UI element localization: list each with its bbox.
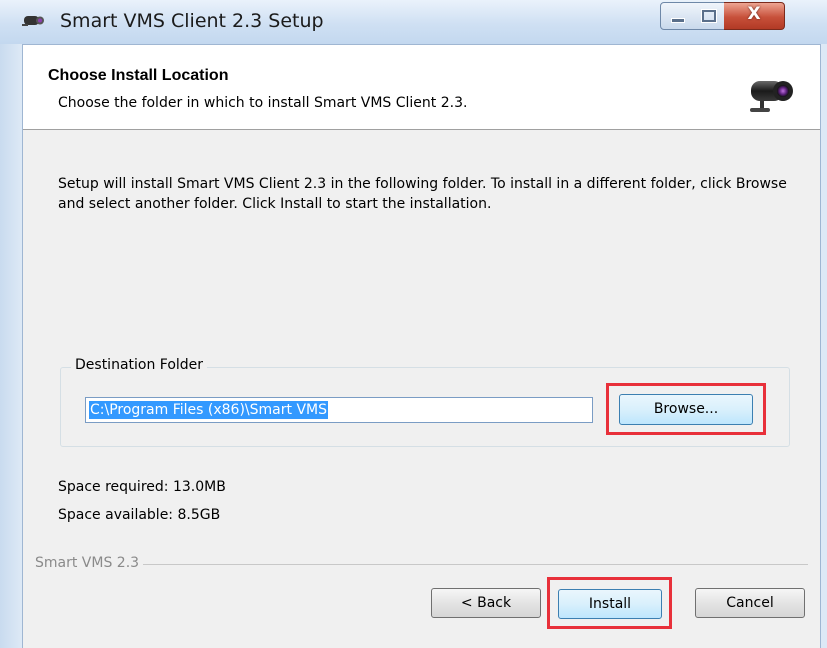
security-camera-icon — [750, 81, 793, 112]
space-available-text: Space available: 8.5GB — [58, 507, 221, 523]
wizard-header: Choose Install Location Choose the folde… — [23, 45, 820, 130]
window-frame-left — [0, 44, 23, 648]
install-highlight-box: Install — [547, 577, 672, 629]
window-frame-right — [820, 44, 827, 648]
install-button[interactable]: Install — [558, 589, 662, 619]
wizard-body: Setup will install Smart VMS Client 2.3 … — [23, 130, 820, 648]
browse-highlight-box: Browse... — [606, 383, 766, 435]
destination-path-input[interactable]: C:\Program Files (x86)\Smart VMS — [85, 397, 593, 423]
cancel-button[interactable]: Cancel — [695, 588, 805, 618]
title-bar[interactable]: Smart VMS Client 2.3 Setup X — [0, 0, 827, 45]
install-description: Setup will install Smart VMS Client 2.3 … — [58, 176, 787, 212]
page-subtitle: Choose the folder in which to install Sm… — [58, 95, 468, 111]
space-required-text: Space required: 13.0MB — [58, 479, 226, 495]
minimize-button[interactable] — [660, 2, 694, 30]
page-title: Choose Install Location — [48, 67, 229, 84]
back-button[interactable]: < Back — [431, 588, 541, 618]
footer-divider — [35, 564, 808, 565]
maximize-button[interactable] — [692, 2, 725, 30]
minimize-icon — [671, 18, 685, 23]
window-title: Smart VMS Client 2.3 Setup — [60, 10, 324, 32]
branding-text: Smart VMS 2.3 — [35, 555, 144, 571]
close-button[interactable]: X — [724, 2, 785, 30]
camera-icon — [22, 16, 44, 26]
destination-folder-label: Destination Folder — [71, 357, 208, 373]
maximize-icon — [701, 9, 717, 23]
destination-path-text: C:\Program Files (x86)\Smart VMS — [89, 401, 328, 419]
browse-button[interactable]: Browse... — [619, 394, 753, 425]
setup-window: Smart VMS Client 2.3 Setup X Choose Inst… — [0, 0, 827, 648]
destination-folder-group: Destination Folder C:\Program Files (x86… — [60, 357, 790, 447]
close-icon: X — [747, 4, 761, 24]
